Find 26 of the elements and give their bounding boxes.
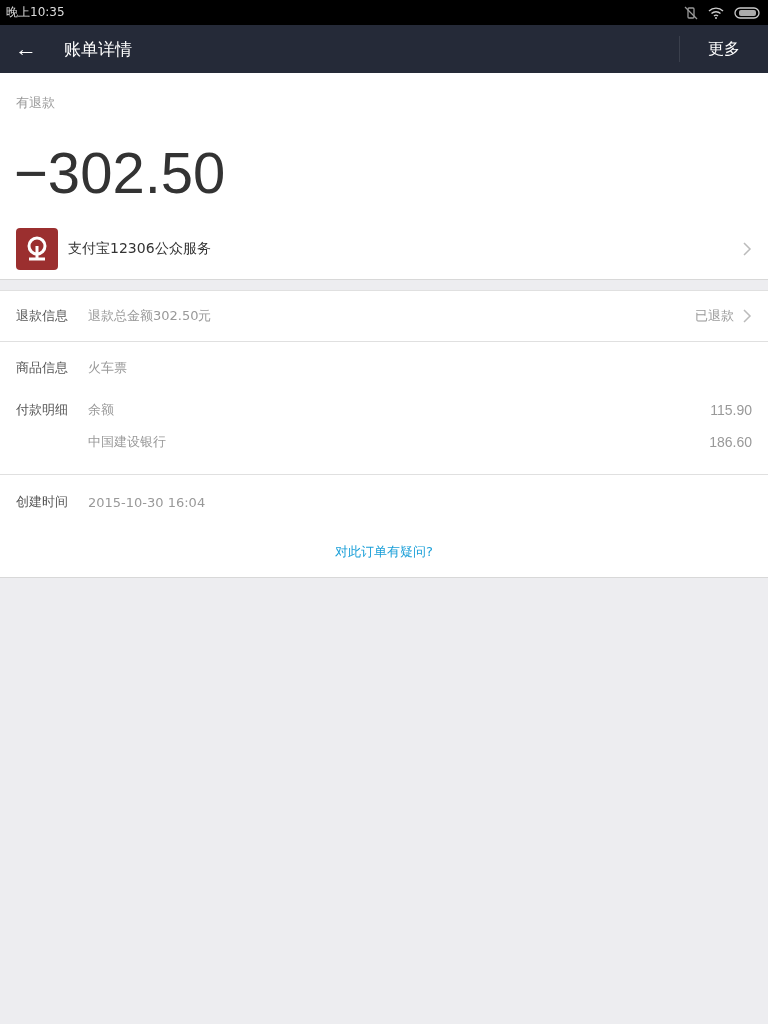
- refund-status: 已退款: [695, 307, 734, 325]
- goods-value: 火车票: [88, 359, 128, 377]
- payment-source: 余额: [88, 401, 115, 419]
- page-title: 账单详情: [64, 37, 133, 61]
- wifi-icon: [708, 6, 724, 19]
- railway-logo-icon: [16, 228, 58, 270]
- created-label: 创建时间: [16, 493, 69, 511]
- more-button[interactable]: 更多: [679, 36, 768, 62]
- payment-amount: 115.90: [710, 402, 752, 418]
- back-button[interactable]: ←: [0, 36, 48, 62]
- chevron-icon: [742, 308, 752, 324]
- payment-amount: 186.60: [709, 434, 752, 450]
- bill-amount: −302.50: [13, 139, 227, 207]
- payment-label: 付款明细: [16, 401, 69, 419]
- status-time: 晚上10:35: [6, 4, 65, 21]
- payment-source: 中国建设银行: [88, 433, 167, 451]
- battery-icon: [734, 6, 760, 19]
- created-value: 2015-10-30 16:04: [88, 494, 207, 510]
- merchant-name: 支付宝12306公众服务: [68, 240, 212, 258]
- bill-status: 有退款: [15, 94, 56, 112]
- refund-label: 退款信息: [16, 307, 69, 325]
- merchant-row[interactable]: 支付宝12306公众服务: [0, 228, 768, 279]
- refund-value: 退款总金额302.50元: [88, 307, 213, 325]
- chevron-icon: [742, 241, 752, 257]
- vibrate-off-icon: [684, 5, 698, 20]
- goods-label: 商品信息: [16, 359, 69, 377]
